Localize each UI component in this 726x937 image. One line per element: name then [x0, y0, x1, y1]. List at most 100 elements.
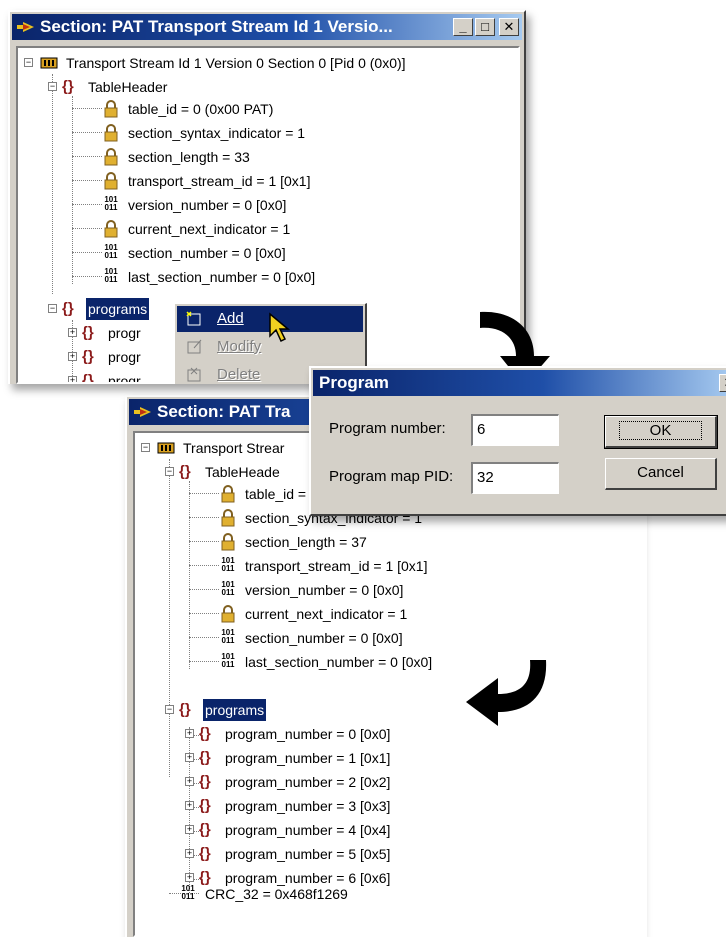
minimize-button[interactable]: _	[453, 18, 473, 36]
lock-icon	[221, 509, 235, 527]
tree-node-label: program_number = 1 [0x1]	[225, 750, 391, 766]
modify-icon	[187, 339, 202, 354]
menu-item-label: Modify	[217, 338, 262, 355]
braces-icon: {}	[82, 372, 94, 384]
lock-icon	[221, 605, 235, 623]
tree-node-label: last_section_number = 0 [0x0]	[128, 269, 316, 285]
tree-node-label: progr	[108, 325, 141, 341]
braces-icon: {}	[62, 300, 74, 317]
program-number-label: Program number:	[329, 420, 446, 437]
app-icon	[134, 407, 151, 417]
expand-toggle[interactable]: +	[185, 873, 194, 882]
tree-node-label: transport_stream_id = 1 [0x1]	[245, 558, 428, 574]
binary-icon: 101 011	[221, 652, 235, 669]
add-icon	[186, 311, 201, 326]
tree-node-label: program_number = 0 [0x0]	[225, 726, 391, 742]
tree-node-label: section_length = 37	[245, 534, 367, 550]
binary-icon: 101 011	[104, 267, 118, 284]
braces-icon: {}	[82, 348, 94, 365]
close-button[interactable]: ✕	[719, 374, 726, 392]
title-bar[interactable]: Section: PAT Transport Stream Id 1 Versi…	[12, 14, 522, 40]
braces-icon: {}	[82, 324, 94, 341]
binary-icon: 101 011	[104, 195, 118, 212]
braces-icon: {}	[199, 821, 211, 838]
tree-node-label: TableHeader	[88, 79, 168, 95]
collapse-toggle[interactable]: −	[48, 304, 57, 313]
tree-node-label: current_next_indicator = 1	[245, 606, 408, 622]
transport-stream-icon	[157, 442, 175, 454]
program-number-input[interactable]: 6	[471, 414, 559, 446]
braces-icon: {}	[199, 725, 211, 742]
tree-node-label: version_number = 0 [0x0]	[245, 582, 404, 598]
lock-icon	[221, 485, 235, 503]
mouse-cursor-icon	[269, 312, 291, 343]
expand-toggle[interactable]: +	[68, 376, 77, 382]
delete-icon	[187, 367, 201, 382]
braces-icon: {}	[199, 797, 211, 814]
collapse-toggle[interactable]: −	[165, 705, 174, 714]
tree-node-label: section_syntax_indicator = 1	[128, 125, 306, 141]
dialog-title: Program	[319, 373, 389, 392]
expand-toggle[interactable]: +	[68, 352, 77, 361]
collapse-toggle[interactable]: −	[48, 82, 57, 91]
tree-node-label: CRC_32 = 0x468f1269	[205, 886, 348, 902]
app-icon	[17, 22, 34, 32]
expand-toggle[interactable]: +	[185, 777, 194, 786]
binary-icon: 101 011	[221, 580, 235, 597]
tree-node-label: programs	[201, 698, 268, 722]
program-map-pid-label: Program map PID:	[329, 468, 454, 485]
tree-node-label: version_number = 0 [0x0]	[128, 197, 287, 213]
braces-icon: {}	[179, 463, 191, 480]
expand-toggle[interactable]: +	[185, 801, 194, 810]
lock-icon	[104, 172, 118, 190]
maximize-icon: □	[481, 19, 489, 34]
tree-node-label: Transport Strear	[183, 440, 285, 456]
collapse-toggle[interactable]: −	[165, 467, 174, 476]
program-map-pid-input[interactable]: 32	[471, 462, 559, 494]
braces-icon: {}	[179, 701, 191, 718]
expand-toggle[interactable]: +	[185, 849, 194, 858]
transport-stream-icon	[40, 57, 58, 69]
tree-node-label: TableHeade	[205, 464, 280, 480]
close-icon: ✕	[503, 19, 515, 34]
menu-item-label: Add	[217, 310, 244, 327]
expand-toggle[interactable]: +	[68, 328, 77, 337]
braces-icon: {}	[199, 749, 211, 766]
tree-node-label: progr	[108, 373, 141, 384]
program-dialog: Program ✕ Program number: 6 Program map …	[309, 366, 726, 516]
tree-node-label: section_length = 33	[128, 149, 250, 165]
binary-icon: 101 011	[221, 628, 235, 645]
expand-toggle[interactable]: +	[185, 825, 194, 834]
close-button[interactable]: ✕	[499, 18, 519, 36]
minimize-icon: _	[459, 19, 467, 34]
tree-node-label: program_number = 3 [0x3]	[225, 798, 391, 814]
tree-node-label: program_number = 4 [0x4]	[225, 822, 391, 838]
lock-icon	[104, 100, 118, 118]
lock-icon	[221, 533, 235, 551]
window-title: Section: PAT Transport Stream Id 1 Versi…	[40, 17, 393, 36]
lock-icon	[104, 220, 118, 238]
ok-button[interactable]: OK	[604, 415, 718, 449]
braces-icon: {}	[62, 78, 74, 95]
tree-node-label: section_number = 0 [0x0]	[128, 245, 286, 261]
tree-node-label: section_number = 0 [0x0]	[245, 630, 403, 646]
collapse-toggle[interactable]: −	[24, 58, 33, 67]
expand-toggle[interactable]: +	[185, 729, 194, 738]
cancel-button[interactable]: Cancel	[605, 458, 717, 490]
braces-icon: {}	[199, 773, 211, 790]
dialog-title-bar[interactable]: Program ✕	[313, 370, 726, 396]
arrow-left-icon	[466, 660, 547, 726]
cancel-button-label: Cancel	[637, 464, 684, 481]
maximize-button[interactable]: □	[475, 18, 495, 36]
tree-node-label: progr	[108, 349, 141, 365]
tree-node-label: table_id = 0 (0x00 PAT)	[128, 101, 274, 117]
tree-node-label: current_next_indicator = 1	[128, 221, 291, 237]
tree-node-label: program_number = 5 [0x5]	[225, 846, 391, 862]
tree-node-label: Transport Stream Id 1 Version 0 Section …	[66, 55, 406, 71]
window-title: Section: PAT Tra	[157, 402, 291, 421]
braces-icon: {}	[199, 845, 211, 862]
expand-toggle[interactable]: +	[185, 753, 194, 762]
collapse-toggle[interactable]: −	[141, 443, 150, 452]
binary-icon: 101 011	[104, 243, 118, 260]
tree-node-label: transport_stream_id = 1 [0x1]	[128, 173, 311, 189]
